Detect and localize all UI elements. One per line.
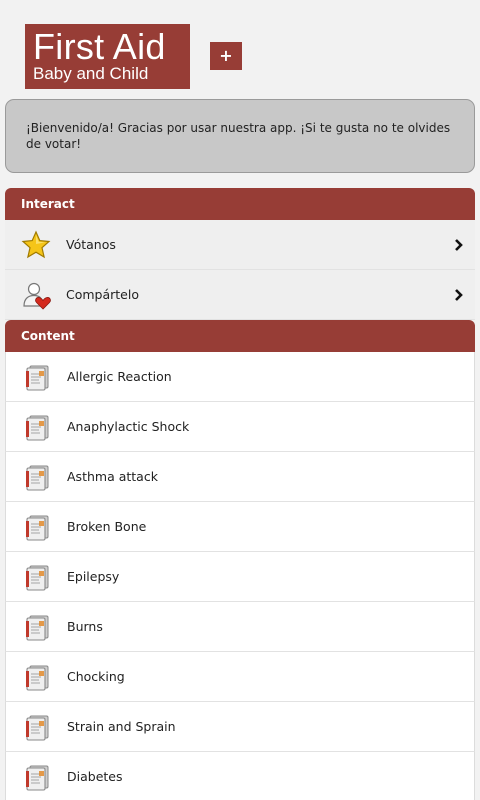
interact-item-label: Compártelo — [66, 287, 139, 302]
content-item-label: Anaphylactic Shock — [67, 419, 190, 434]
first-aid-book-icon — [26, 465, 49, 491]
interact-item-label: Vótanos — [66, 237, 116, 252]
first-aid-book-icon — [26, 665, 49, 691]
star-icon — [21, 230, 51, 259]
content-item-label: Epilepsy — [67, 569, 120, 584]
content-section: Content Allergic Reaction Anaphylactic S… — [5, 320, 475, 800]
content-item[interactable]: Asthma attack — [5, 452, 475, 502]
chevron-right-icon — [455, 289, 463, 301]
interact-item-vote[interactable]: Vótanos — [5, 220, 475, 270]
content-item[interactable]: Anaphylactic Shock — [5, 402, 475, 452]
first-aid-book-icon — [26, 765, 49, 791]
content-item-label: Diabetes — [67, 769, 123, 784]
app-title: First Aid — [33, 26, 166, 67]
first-aid-book-icon — [26, 715, 49, 741]
content-item[interactable]: Allergic Reaction — [5, 352, 475, 402]
first-aid-book-icon — [26, 515, 49, 541]
content-item-label: Broken Bone — [67, 519, 147, 534]
content-item-label: Asthma attack — [67, 469, 158, 484]
interact-section: Interact Vótanos Compártelo — [5, 188, 475, 320]
content-item[interactable]: Burns — [5, 602, 475, 652]
welcome-text: ¡Bienvenido/a! Gracias por usar nuestra … — [26, 121, 451, 151]
content-item-label: Chocking — [67, 669, 125, 684]
content-item[interactable]: Epilepsy — [5, 552, 475, 602]
welcome-notice: ¡Bienvenido/a! Gracias por usar nuestra … — [5, 99, 475, 173]
content-item[interactable]: Diabetes — [5, 752, 475, 800]
add-button[interactable]: + — [210, 42, 242, 70]
content-list: Allergic Reaction Anaphylactic Shock Ast… — [5, 352, 475, 800]
content-item[interactable]: Strain and Sprain — [5, 702, 475, 752]
content-item-label: Burns — [67, 619, 103, 634]
chevron-right-icon — [455, 239, 463, 251]
first-aid-book-icon — [26, 565, 49, 591]
content-item[interactable]: Broken Bone — [5, 502, 475, 552]
interact-item-share[interactable]: Compártelo — [5, 270, 475, 320]
content-item-label: Strain and Sprain — [67, 719, 176, 734]
content-item[interactable]: Chocking — [5, 652, 475, 702]
share-user-heart-icon — [23, 282, 51, 310]
content-heading: Content — [5, 320, 475, 352]
app-logo: First Aid Baby and Child — [25, 24, 190, 89]
first-aid-book-icon — [26, 415, 49, 441]
app-subtitle: Baby and Child — [33, 64, 149, 83]
first-aid-book-icon — [26, 365, 49, 391]
content-item-label: Allergic Reaction — [67, 369, 172, 384]
interact-heading: Interact — [5, 188, 475, 220]
first-aid-book-icon — [26, 615, 49, 641]
